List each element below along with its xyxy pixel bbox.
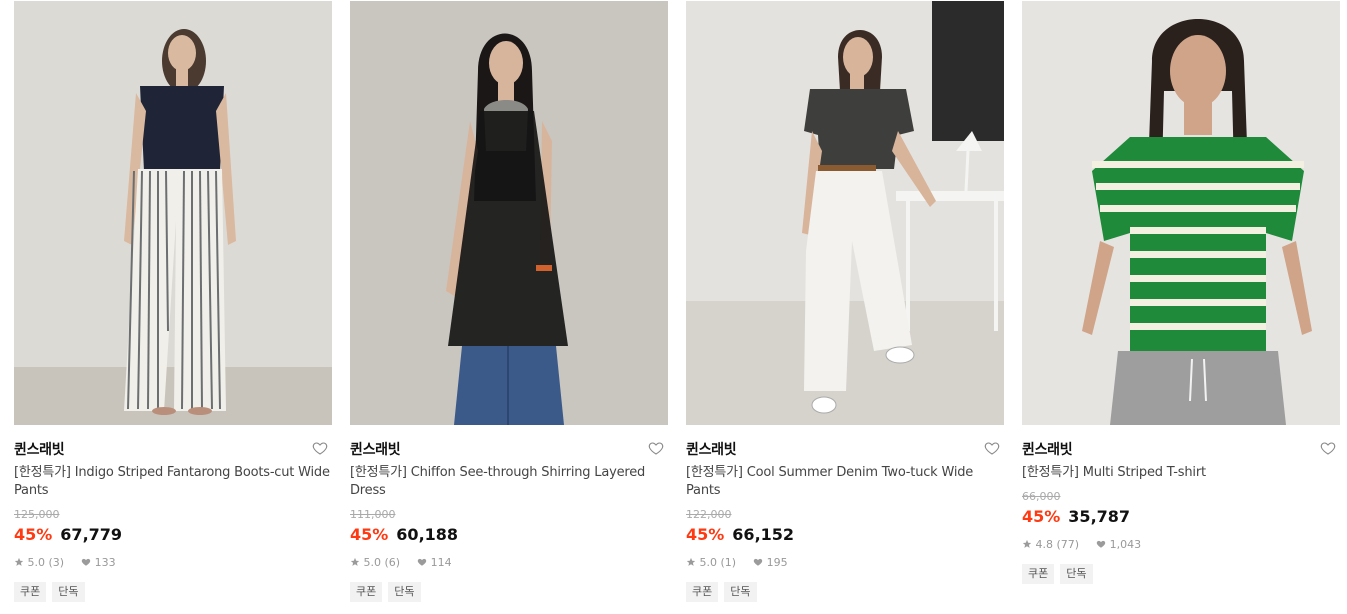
product-photo-striped-pants <box>14 1 332 425</box>
like-count: 1,043 <box>1109 538 1142 551</box>
tag-list: 쿠폰 단독 <box>686 580 763 602</box>
star-icon <box>14 557 24 566</box>
rating-text: 5.0 (3) <box>27 556 65 569</box>
brand-row: 퀸스래빗 <box>350 438 668 460</box>
tag-exclusive: 단독 <box>52 582 85 602</box>
rating-text: 5.0 (6) <box>363 556 401 569</box>
heart-filled-icon <box>1096 540 1106 548</box>
product-title[interactable]: [한정특가] Indigo Striped Fantarong Boots-cu… <box>14 464 332 500</box>
price-row: 45% 60,188 <box>350 525 458 547</box>
tag-coupon: 쿠폰 <box>1022 564 1055 584</box>
tag-list: 쿠폰 단독 <box>14 580 91 602</box>
product-meta: 5.0 (6) 114 <box>350 556 452 569</box>
wishlist-heart-icon[interactable] <box>1320 440 1338 458</box>
discount-rate: 45% <box>686 525 725 544</box>
product-image[interactable] <box>686 1 1004 425</box>
product-meta: 5.0 (3) 133 <box>14 556 116 569</box>
heart-filled-icon <box>81 558 91 566</box>
like-count: 114 <box>430 556 452 569</box>
tag-coupon: 쿠폰 <box>14 582 47 602</box>
product-photo-chiffon-dress <box>350 1 668 425</box>
price-row: 45% 67,779 <box>14 525 122 547</box>
product-card[interactable]: 퀸스래빗 [한정특가] Multi Striped T-shirt 66,000… <box>1022 1 1340 611</box>
wishlist-heart-icon[interactable] <box>984 440 1002 458</box>
original-price: 66,000 <box>1022 490 1061 503</box>
product-card[interactable]: 퀸스래빗 [한정특가] Chiffon See-through Shirring… <box>350 1 668 611</box>
discount-rate: 45% <box>1022 507 1061 526</box>
rating-text: 5.0 (1) <box>699 556 737 569</box>
product-image[interactable] <box>350 1 668 425</box>
sale-price: 67,779 <box>60 525 123 544</box>
tag-list: 쿠폰 단독 <box>1022 562 1099 584</box>
original-price: 111,000 <box>350 508 396 521</box>
product-card[interactable]: 퀸스래빗 [한정특가] Indigo Striped Fantarong Boo… <box>14 1 332 611</box>
star-icon <box>1022 539 1032 548</box>
product-card[interactable]: 퀸스래빗 [한정특가] Cool Summer Denim Two-tuck W… <box>686 1 1004 611</box>
like-count: 133 <box>94 556 116 569</box>
brand-name[interactable]: 퀸스래빗 <box>14 439 65 459</box>
original-price: 122,000 <box>686 508 732 521</box>
product-image[interactable] <box>1022 1 1340 425</box>
like-count: 195 <box>766 556 788 569</box>
heart-filled-icon <box>417 558 427 566</box>
product-title[interactable]: [한정특가] Cool Summer Denim Two-tuck Wide P… <box>686 464 1004 500</box>
product-meta: 4.8 (77) 1,043 <box>1022 538 1141 551</box>
product-photo-striped-tshirt <box>1022 1 1340 425</box>
tag-coupon: 쿠폰 <box>350 582 383 602</box>
wishlist-heart-icon[interactable] <box>648 440 666 458</box>
sale-price: 66,152 <box>732 525 795 544</box>
tag-exclusive: 단독 <box>388 582 421 602</box>
brand-row: 퀸스래빗 <box>14 438 332 460</box>
discount-rate: 45% <box>350 525 389 544</box>
product-meta: 5.0 (1) 195 <box>686 556 788 569</box>
brand-row: 퀸스래빗 <box>1022 438 1340 460</box>
price-row: 45% 35,787 <box>1022 507 1130 529</box>
discount-rate: 45% <box>14 525 53 544</box>
sale-price: 60,188 <box>396 525 459 544</box>
tag-exclusive: 단독 <box>1060 564 1093 584</box>
tag-list: 쿠폰 단독 <box>350 580 427 602</box>
product-title[interactable]: [한정특가] Multi Striped T-shirt <box>1022 464 1340 482</box>
price-row: 45% 66,152 <box>686 525 794 547</box>
tag-exclusive: 단독 <box>724 582 757 602</box>
tag-coupon: 쿠폰 <box>686 582 719 602</box>
brand-row: 퀸스래빗 <box>686 438 1004 460</box>
wishlist-heart-icon[interactable] <box>312 440 330 458</box>
star-icon <box>350 557 360 566</box>
rating-text: 4.8 (77) <box>1035 538 1080 551</box>
heart-filled-icon <box>753 558 763 566</box>
sale-price: 35,787 <box>1068 507 1131 526</box>
brand-name[interactable]: 퀸스래빗 <box>1022 439 1073 459</box>
original-price: 125,000 <box>14 508 60 521</box>
product-grid: 퀸스래빗 [한정특가] Indigo Striped Fantarong Boo… <box>14 1 1340 614</box>
brand-name[interactable]: 퀸스래빗 <box>350 439 401 459</box>
star-icon <box>686 557 696 566</box>
product-photo-denim-pants <box>686 1 1004 425</box>
product-image[interactable] <box>14 1 332 425</box>
brand-name[interactable]: 퀸스래빗 <box>686 439 737 459</box>
product-title[interactable]: [한정특가] Chiffon See-through Shirring Laye… <box>350 464 668 500</box>
